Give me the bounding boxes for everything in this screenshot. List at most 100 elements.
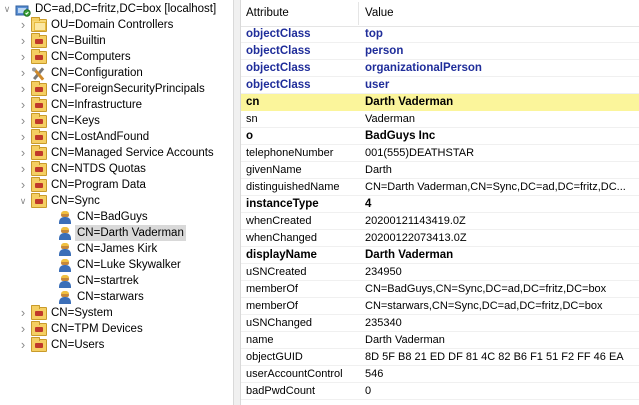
attribute-row[interactable]: uSNChanged 235340 <box>241 315 639 332</box>
expand-chevron-icon[interactable]: › <box>18 113 28 129</box>
expand-chevron-icon[interactable]: › <box>18 305 28 321</box>
collapse-chevron-icon[interactable]: ∨ <box>2 1 12 17</box>
attribute-value: 546 <box>365 368 384 380</box>
attribute-value: Vaderman <box>365 113 415 125</box>
user-icon <box>57 291 73 304</box>
attribute-value: 234950 <box>365 266 402 278</box>
expand-chevron-icon[interactable]: › <box>18 177 28 193</box>
attribute-row[interactable]: objectClass person <box>241 43 639 60</box>
attribute-value: top <box>365 28 383 40</box>
attribute-value: Darth Vaderman <box>365 249 454 261</box>
attribute-row[interactable]: givenName Darth <box>241 162 639 179</box>
expand-chevron-icon[interactable]: › <box>18 65 28 81</box>
attribute-value: BadGuys Inc <box>365 130 436 142</box>
attribute-row[interactable]: memberOf CN=BadGuys,CN=Sync,DC=ad,DC=frit… <box>241 281 639 298</box>
attribute-row[interactable]: distinguishedName CN=Darth Vaderman,CN=Sy… <box>241 179 639 196</box>
attribute-name: name <box>246 334 274 346</box>
tree-item[interactable]: ∨ CN=Sync <box>0 193 233 209</box>
container-folder-icon <box>31 81 47 96</box>
attribute-row[interactable]: memberOf CN=starwars,CN=Sync,DC=ad,DC=fri… <box>241 298 639 315</box>
expand-chevron-icon[interactable]: › <box>18 321 28 337</box>
attribute-row[interactable]: name Darth Vaderman <box>241 332 639 349</box>
tree-item[interactable]: CN=BadGuys <box>0 209 233 225</box>
directory-tree[interactable]: ∨ DC=ad,DC=fritz,DC=box [localhost] › OU=Do… <box>0 0 233 405</box>
tree-item[interactable]: › CN=Infrastructure <box>0 97 233 113</box>
attribute-row[interactable]: objectClass organizationalPerson <box>241 60 639 77</box>
attribute-name: displayName <box>246 249 317 261</box>
tree-item[interactable]: CN=Darth Vaderman <box>0 225 233 241</box>
container-folder-icon <box>31 97 47 112</box>
attribute-value: Darth Vaderman <box>365 96 454 108</box>
attribute-row[interactable]: telephoneNumber 001(555)DEATHSTAR <box>241 145 639 162</box>
tree-item-label: CN=Luke Skywalker <box>77 259 181 271</box>
expand-chevron-icon[interactable]: › <box>18 17 28 33</box>
tree-item-label: CN=Builtin <box>51 35 106 47</box>
expander-placeholder <box>44 241 54 257</box>
attribute-row[interactable]: whenChanged 20200122073413.0Z <box>241 230 639 247</box>
pane-splitter[interactable] <box>233 0 241 405</box>
attribute-row[interactable]: objectGUID 8D 5F B8 21 ED DF 81 4C 82 B6 … <box>241 349 639 366</box>
container-folder-icon <box>31 145 47 160</box>
tree-item[interactable]: CN=startrek <box>0 273 233 289</box>
attribute-list: Attribute Value objectClass top objectClas… <box>241 0 639 405</box>
attribute-row[interactable]: userAccountControl 546 <box>241 366 639 383</box>
expander-placeholder <box>44 225 54 241</box>
expand-chevron-icon[interactable]: › <box>18 33 28 49</box>
column-divider[interactable] <box>358 2 359 25</box>
tree-item[interactable]: › CN=TPM Devices <box>0 321 233 337</box>
tree-item[interactable]: › CN=ForeignSecurityPrincipals <box>0 81 233 97</box>
container-folder-icon <box>31 193 47 208</box>
tree-item[interactable]: › CN=Managed Service Accounts <box>0 145 233 161</box>
tree-item[interactable]: › CN=LostAndFound <box>0 129 233 145</box>
expand-chevron-icon[interactable]: › <box>18 337 28 353</box>
expand-chevron-icon[interactable]: › <box>18 145 28 161</box>
attribute-name: whenCreated <box>246 215 312 227</box>
tree-item[interactable]: › CN=Configuration <box>0 65 233 81</box>
user-icon <box>57 275 73 288</box>
tree-item[interactable]: CN=James Kirk <box>0 241 233 257</box>
attribute-row[interactable]: o BadGuys Inc <box>241 128 639 145</box>
tree-item-label: CN=starwars <box>77 291 144 303</box>
tree-item[interactable]: › CN=Keys <box>0 113 233 129</box>
attribute-row[interactable]: displayName Darth Vaderman <box>241 247 639 264</box>
expander-placeholder <box>44 273 54 289</box>
expand-chevron-icon[interactable]: › <box>18 129 28 145</box>
expand-chevron-icon[interactable]: › <box>18 161 28 177</box>
attribute-value: CN=BadGuys,CN=Sync,DC=ad,DC=fritz,DC=box <box>365 283 607 295</box>
attribute-row[interactable]: objectClass user <box>241 77 639 94</box>
collapse-chevron-icon[interactable]: ∨ <box>18 193 28 209</box>
attribute-row[interactable]: instanceType 4 <box>241 196 639 213</box>
attribute-name: objectClass <box>246 45 311 57</box>
attribute-row[interactable]: whenCreated 20200121143419.0Z <box>241 213 639 230</box>
tree-item-label: CN=startrek <box>77 275 139 287</box>
expand-chevron-icon[interactable]: › <box>18 81 28 97</box>
attribute-name: whenChanged <box>246 232 317 244</box>
tree-item[interactable]: › CN=NTDS Quotas <box>0 161 233 177</box>
attribute-row[interactable]: cn Darth Vaderman <box>241 94 639 111</box>
attribute-name: instanceType <box>246 198 319 210</box>
attribute-name: telephoneNumber <box>246 147 334 159</box>
tree-item[interactable]: › CN=Builtin <box>0 33 233 49</box>
tree-root[interactable]: ∨ DC=ad,DC=fritz,DC=box [localhost] <box>0 1 233 17</box>
tree-item[interactable]: › CN=Program Data <box>0 177 233 193</box>
user-icon <box>57 259 73 272</box>
attribute-row[interactable]: badPwdCount 0 <box>241 383 639 400</box>
tree-item-label: CN=BadGuys <box>77 211 148 223</box>
attribute-row[interactable]: objectClass top <box>241 26 639 43</box>
attribute-row[interactable]: sn Vaderman <box>241 111 639 128</box>
tree-item[interactable]: CN=starwars <box>0 289 233 305</box>
attribute-row[interactable]: uSNCreated 234950 <box>241 264 639 281</box>
expand-chevron-icon[interactable]: › <box>18 49 28 65</box>
expand-chevron-icon[interactable]: › <box>18 97 28 113</box>
column-header-value[interactable]: Value <box>365 0 394 27</box>
container-folder-icon <box>31 177 47 192</box>
column-header-attribute[interactable]: Attribute <box>246 0 289 27</box>
tree-item[interactable]: › CN=Users <box>0 337 233 353</box>
tree-item[interactable]: › CN=System <box>0 305 233 321</box>
tree-item[interactable]: › OU=Domain Controllers <box>0 17 233 33</box>
configuration-tool-icon <box>31 67 47 81</box>
tree-item[interactable]: CN=Luke Skywalker <box>0 257 233 273</box>
attribute-name: badPwdCount <box>246 385 316 397</box>
attribute-value: organizationalPerson <box>365 62 482 74</box>
tree-item[interactable]: › CN=Computers <box>0 49 233 65</box>
